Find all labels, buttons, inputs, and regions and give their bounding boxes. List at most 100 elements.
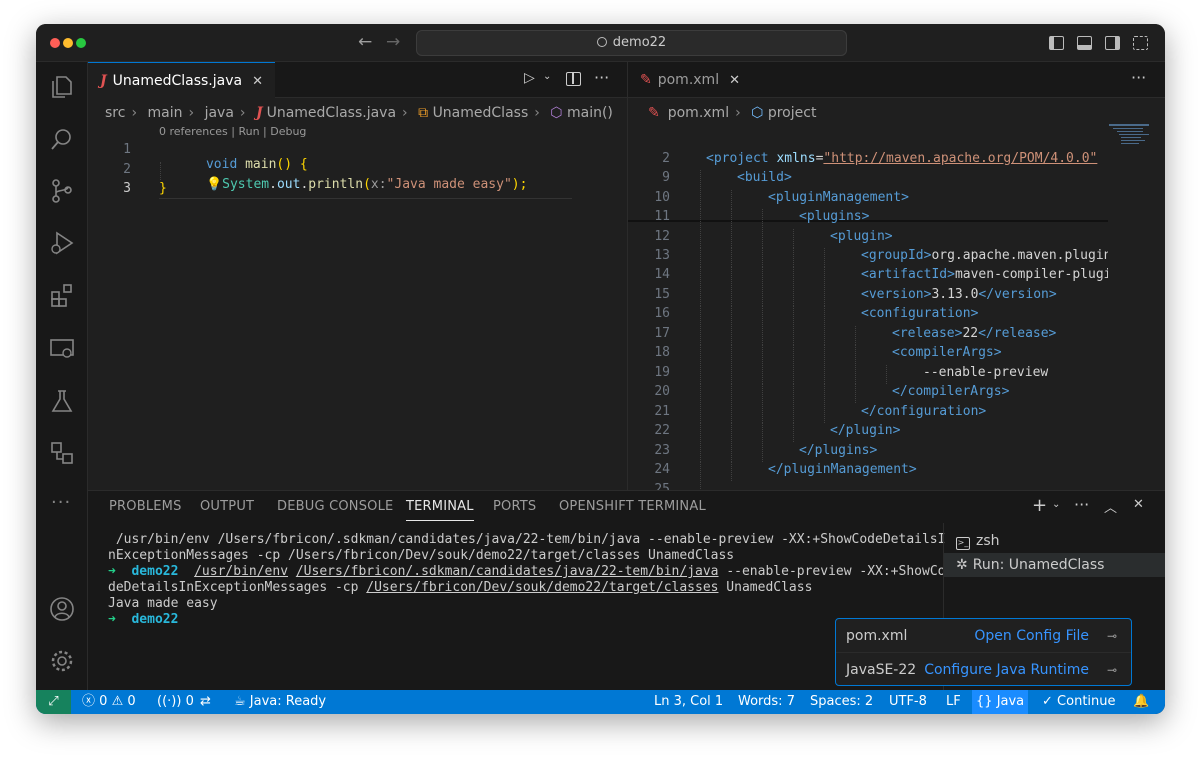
toggle-panel-icon[interactable] bbox=[1077, 36, 1092, 50]
new-terminal-plus-icon[interactable]: + bbox=[1032, 495, 1047, 516]
breadcrumb-item[interactable]: pom.xml bbox=[668, 105, 729, 121]
extensions-icon[interactable] bbox=[49, 282, 75, 308]
cursor-position[interactable]: Ln 3, Col 1 bbox=[654, 690, 723, 714]
code-line[interactable]: } bbox=[159, 181, 167, 196]
code-line[interactable]: <configuration> bbox=[861, 306, 978, 321]
codelens[interactable]: 0 references | Run | Debug bbox=[159, 125, 306, 138]
toggle-secondary-sidebar-icon[interactable] bbox=[1105, 36, 1120, 50]
maximize-panel-chevron-up-icon[interactable]: ︿ bbox=[1104, 497, 1117, 516]
account-icon[interactable] bbox=[49, 596, 75, 622]
panel-tab-output[interactable]: OUTPUT bbox=[200, 499, 254, 514]
testing-icon[interactable] bbox=[49, 388, 75, 414]
continue-status[interactable]: ✓ Continue bbox=[1042, 690, 1116, 714]
encoding[interactable]: UTF-8 bbox=[889, 690, 927, 714]
minimap[interactable] bbox=[1109, 124, 1159, 174]
problems-status[interactable]: ⓧ 0 ⚠ 0 bbox=[82, 690, 136, 714]
containers-icon[interactable] bbox=[49, 440, 75, 466]
forward-arrow-icon[interactable]: → bbox=[386, 32, 400, 52]
panel-tab-terminal[interactable]: TERMINAL bbox=[406, 499, 474, 521]
breadcrumb-item[interactable]: main bbox=[148, 105, 183, 121]
run-status-icon[interactable]: ⇄ bbox=[200, 690, 211, 714]
code-line[interactable]: <project xmlns="http://maven.apache.org/… bbox=[706, 151, 1097, 166]
pin-icon[interactable]: ⊸ bbox=[1107, 653, 1117, 687]
breadcrumb-item[interactable]: java bbox=[205, 105, 234, 121]
source-control-icon[interactable] bbox=[49, 178, 75, 204]
code-line[interactable]: </pluginManagement> bbox=[768, 462, 917, 477]
word-count[interactable]: Words: 7 bbox=[738, 690, 795, 714]
code-line[interactable]: </configuration> bbox=[861, 404, 986, 419]
code-line[interactable]: </plugins> bbox=[799, 443, 877, 458]
close-window-button[interactable] bbox=[50, 38, 60, 48]
breadcrumb-item[interactable]: UnamedClass.java bbox=[267, 105, 396, 121]
panel-tab-ports[interactable]: PORTS bbox=[493, 499, 536, 514]
remote-indicator-icon[interactable]: ⤢ bbox=[36, 690, 71, 714]
terminal-dropdown-chevron-icon[interactable]: ⌄ bbox=[1052, 499, 1060, 510]
command-center-search[interactable]: demo22 bbox=[416, 30, 847, 56]
more-actions-icon[interactable]: ··· bbox=[1131, 68, 1146, 87]
code-line[interactable]: <version>3.13.0</version> bbox=[861, 287, 1057, 302]
explorer-icon[interactable] bbox=[49, 74, 75, 100]
code-line[interactable]: <plugin> bbox=[830, 229, 893, 244]
more-views-icon[interactable]: ··· bbox=[51, 492, 71, 513]
code-line[interactable]: <pluginManagement> bbox=[768, 190, 909, 205]
panel-tab-problems[interactable]: PROBLEMS bbox=[109, 499, 182, 514]
code-line[interactable]: --enable-preview bbox=[923, 365, 1048, 380]
search-icon[interactable] bbox=[49, 126, 75, 152]
code-line[interactable]: <plugins> bbox=[799, 209, 869, 224]
ports-status[interactable]: ((·)) 0 bbox=[157, 690, 194, 714]
editor-splitter[interactable] bbox=[627, 62, 628, 490]
panel-tab-openshift-terminal[interactable]: OPENSHIFT TERMINAL bbox=[559, 499, 706, 514]
tab-pom-xml[interactable]: ✎ pom.xml ✕ bbox=[628, 62, 752, 98]
code-line[interactable]: <artifactId>maven-compiler-plugi bbox=[861, 267, 1108, 282]
breadcrumb-item[interactable]: project bbox=[768, 105, 817, 121]
java-status[interactable]: ☕ Java: Ready bbox=[234, 690, 326, 714]
breadcrumb-item[interactable]: src bbox=[105, 105, 125, 121]
indent-guide bbox=[793, 365, 794, 384]
more-actions-icon[interactable]: ··· bbox=[594, 68, 609, 87]
close-panel-icon[interactable]: ✕ bbox=[1133, 497, 1144, 512]
indent-guide bbox=[793, 287, 794, 306]
toggle-primary-sidebar-icon[interactable] bbox=[1049, 36, 1064, 50]
code-line[interactable]: <compilerArgs> bbox=[892, 345, 1002, 360]
minimize-window-button[interactable] bbox=[63, 38, 73, 48]
terminal-link[interactable]: /Users/fbricon/.sdkman/candidates/java/2… bbox=[296, 564, 719, 579]
configure-java-runtime-link[interactable]: Configure Java Runtime bbox=[924, 653, 1089, 687]
run-java-icon[interactable]: ▷ bbox=[524, 70, 535, 86]
split-editor-icon[interactable] bbox=[566, 72, 581, 86]
customize-layout-icon[interactable] bbox=[1133, 36, 1148, 50]
line-number: 1 bbox=[123, 142, 131, 157]
indentation[interactable]: Spaces: 2 bbox=[810, 690, 873, 714]
remote-explorer-icon[interactable] bbox=[49, 336, 75, 362]
terminal-item-zsh[interactable]: >_ zsh bbox=[944, 529, 1165, 553]
line-number: 13 bbox=[654, 248, 670, 263]
close-icon[interactable]: ✕ bbox=[252, 74, 263, 89]
terminal-item-run-unamedclass[interactable]: ✲ Run: UnamedClass bbox=[944, 553, 1165, 577]
run-debug-icon[interactable] bbox=[49, 230, 75, 256]
open-config-file-link[interactable]: Open Config File bbox=[974, 619, 1089, 653]
more-actions-icon[interactable]: ··· bbox=[1074, 495, 1089, 514]
language-mode[interactable]: {} Java bbox=[972, 690, 1029, 714]
tab-unamedclass-java[interactable]: J UnamedClass.java ✕ bbox=[88, 62, 275, 98]
breadcrumb-item[interactable]: UnamedClass bbox=[433, 105, 529, 121]
close-icon[interactable]: ✕ bbox=[729, 73, 740, 88]
code-line[interactable]: </plugin> bbox=[830, 423, 900, 438]
notifications-bell-icon[interactable]: 🔔 bbox=[1133, 690, 1149, 714]
end-of-line[interactable]: LF bbox=[946, 690, 961, 714]
terminal-line[interactable]: ➜ demo22 bbox=[108, 612, 178, 627]
code-line[interactable]: 💡System.out.println(x:"Java made easy"); bbox=[159, 162, 527, 207]
run-dropdown-chevron-icon[interactable]: ⌄ bbox=[543, 71, 551, 82]
pin-icon[interactable]: ⊸ bbox=[1107, 619, 1117, 653]
settings-gear-icon[interactable] bbox=[49, 648, 75, 674]
terminal-link[interactable]: /usr/bin/env bbox=[194, 564, 288, 579]
panel-tab-debug-console[interactable]: DEBUG CONSOLE bbox=[277, 499, 393, 514]
code-line[interactable]: <release>22</release> bbox=[892, 326, 1056, 341]
terminal-link[interactable]: /Users/fbricon/Dev/souk/demo22/target/cl… bbox=[366, 580, 718, 595]
zoom-window-button[interactable] bbox=[76, 38, 86, 48]
lightbulb-icon[interactable]: 💡 bbox=[206, 177, 222, 192]
code-line[interactable]: </compilerArgs> bbox=[892, 384, 1009, 399]
code-line[interactable]: <groupId>org.apache.maven.plugin bbox=[861, 248, 1108, 263]
back-arrow-icon[interactable]: ← bbox=[358, 32, 372, 52]
punctuation: ); bbox=[511, 177, 528, 192]
code-line[interactable]: <build> bbox=[737, 170, 792, 185]
breadcrumb-item[interactable]: main() bbox=[567, 105, 613, 121]
